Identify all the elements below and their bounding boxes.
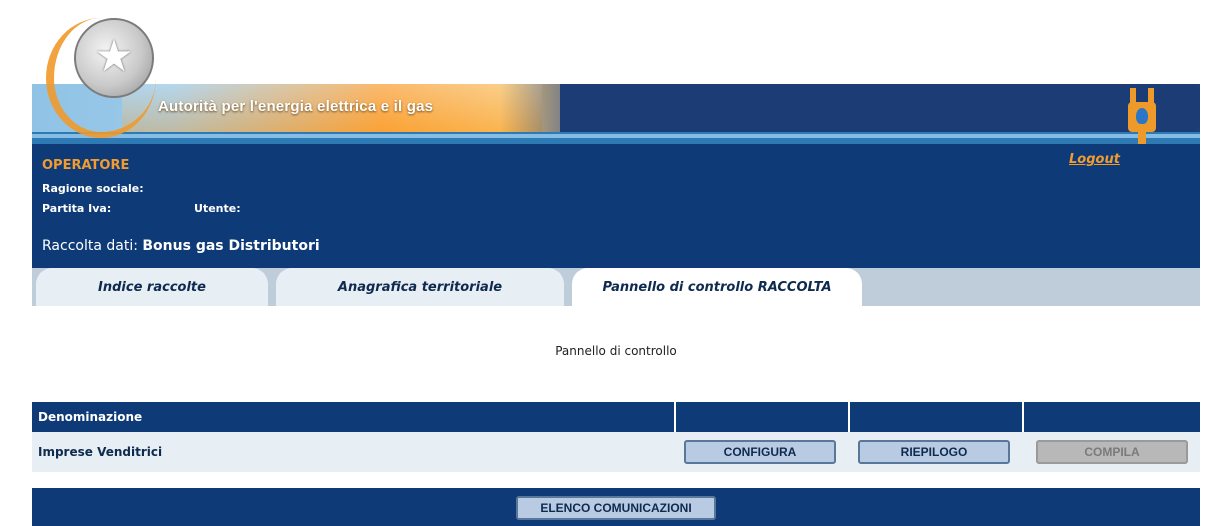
tab-anagrafica-territoriale[interactable]: Anagrafica territoriale bbox=[276, 268, 564, 306]
tab-pannello-controllo[interactable]: Pannello di controllo RACCOLTA bbox=[572, 268, 862, 306]
riepilogo-button[interactable]: RIEPILOGO bbox=[858, 440, 1010, 464]
header-banner: ★ bbox=[32, 14, 1200, 144]
row-name: Imprese Venditrici bbox=[38, 445, 163, 459]
main-content: Pannello di controllo Denominazione Impr… bbox=[32, 306, 1200, 526]
footer-bar: ELENCO COMUNICAZIONI bbox=[32, 488, 1200, 526]
logout-link[interactable]: Logout bbox=[1069, 152, 1120, 167]
column-header-configura bbox=[676, 402, 848, 432]
panel-title: Pannello di controllo bbox=[555, 344, 677, 358]
raccolta-dati: Raccolta dati: Bonus gas Distributori bbox=[42, 238, 320, 254]
utente-label: Utente: bbox=[194, 202, 241, 215]
tab-bar: Indice raccolte Anagrafica territoriale … bbox=[32, 268, 1200, 306]
raccolta-label: Raccolta dati: bbox=[42, 238, 138, 254]
raccolta-value: Bonus gas Distributori bbox=[142, 238, 320, 254]
operator-panel: OPERATORE Ragione sociale: Partita Iva: … bbox=[32, 144, 1200, 268]
column-header-riepilogo bbox=[850, 402, 1022, 432]
column-header-denominazione: Denominazione bbox=[38, 410, 143, 424]
tab-indice-raccolte[interactable]: Indice raccolte bbox=[36, 268, 268, 306]
table-header: Denominazione bbox=[32, 402, 1200, 432]
configura-button[interactable]: CONFIGURA bbox=[684, 440, 836, 464]
table-row: Imprese Venditrici CONFIGURA RIEPILOGO C… bbox=[32, 432, 1200, 472]
ragione-sociale-label: Ragione sociale: bbox=[42, 182, 144, 195]
partita-iva-label: Partita Iva: bbox=[42, 202, 112, 215]
italian-republic-emblem-icon: ★ bbox=[74, 18, 154, 98]
elenco-comunicazioni-button[interactable]: ELENCO COMUNICAZIONI bbox=[516, 496, 716, 520]
compila-button: COMPILA bbox=[1036, 440, 1188, 464]
brand-title: Autorità per l'energia elettrica e il ga… bbox=[158, 98, 434, 115]
flame-icon bbox=[1136, 108, 1148, 124]
operator-title: OPERATORE bbox=[42, 158, 130, 173]
column-header-compila bbox=[1024, 402, 1200, 432]
banner-background bbox=[32, 14, 1200, 84]
